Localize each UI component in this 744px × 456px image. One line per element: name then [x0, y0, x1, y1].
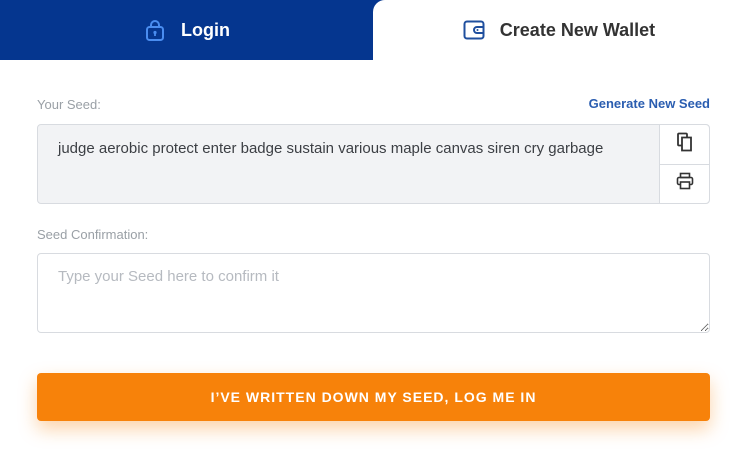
tab-login-label: Login [181, 19, 230, 40]
seed-label: Your Seed: [37, 97, 101, 112]
seed-confirmation-label: Seed Confirmation: [37, 227, 149, 242]
seed-display: judge aerobic protect enter badge sustai… [37, 124, 710, 204]
copy-icon [676, 132, 694, 157]
generate-new-seed-link[interactable]: Generate New Seed [589, 96, 710, 111]
tab-create-wallet[interactable]: Create New Wallet [373, 0, 744, 60]
seed-confirmation-input[interactable] [37, 253, 710, 333]
seed-text: judge aerobic protect enter badge sustai… [58, 140, 604, 157]
wallet-panel: Login Create New Wallet Your Seed: Gener… [0, 0, 744, 456]
tab-create-label: Create New Wallet [499, 19, 656, 40]
tab-bar: Login Create New Wallet [0, 0, 744, 60]
wallet-icon [462, 18, 486, 42]
print-seed-button[interactable] [660, 164, 709, 203]
lock-icon [143, 18, 167, 42]
copy-seed-button[interactable] [660, 125, 709, 165]
seed-actions [659, 125, 709, 203]
printer-icon [676, 172, 694, 195]
login-submit-button[interactable]: I’VE WRITTEN DOWN MY SEED, LOG ME IN [37, 373, 710, 421]
tab-login[interactable]: Login [0, 0, 373, 60]
